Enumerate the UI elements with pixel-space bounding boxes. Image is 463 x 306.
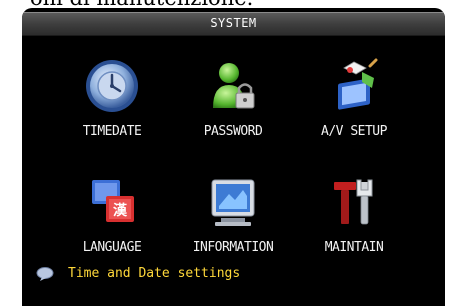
caption-fragment: oni di manutenzione. (30, 0, 330, 8)
menu-title: SYSTEM (210, 16, 257, 30)
menu-item-label: TIMEDATE (82, 124, 142, 139)
information-icon (211, 179, 255, 226)
title-bar: SYSTEM (22, 12, 445, 36)
menu-item-timedate[interactable]: TIMEDATE (42, 58, 182, 168)
menu-item-av-setup[interactable]: A/V SETUP (284, 58, 424, 168)
menu-item-label: A/V SETUP (321, 124, 387, 139)
tools-icon (334, 179, 373, 225)
clock-icon (86, 60, 138, 112)
svg-text:漢: 漢 (113, 202, 128, 219)
language-icon: 漢 (92, 180, 134, 222)
menu-item-label: INFORMATION (192, 240, 274, 255)
status-message: Time and Date settings (68, 266, 241, 281)
av-setup-icon (338, 58, 378, 110)
dvr-system-menu-screen: SYSTEM TIMEDATE PASSWORD A/V SETUP 漢 LAN… (22, 8, 445, 306)
menu-item-label: PASSWORD (203, 124, 263, 139)
menu-item-password[interactable]: PASSWORD (163, 58, 303, 168)
speech-bubble-icon (36, 267, 54, 281)
status-bar: Time and Date settings (22, 260, 445, 290)
menu-item-label: MAINTAIN (324, 240, 384, 255)
user-lock-icon (213, 63, 255, 109)
menu-item-label: LANGUAGE (82, 240, 142, 255)
